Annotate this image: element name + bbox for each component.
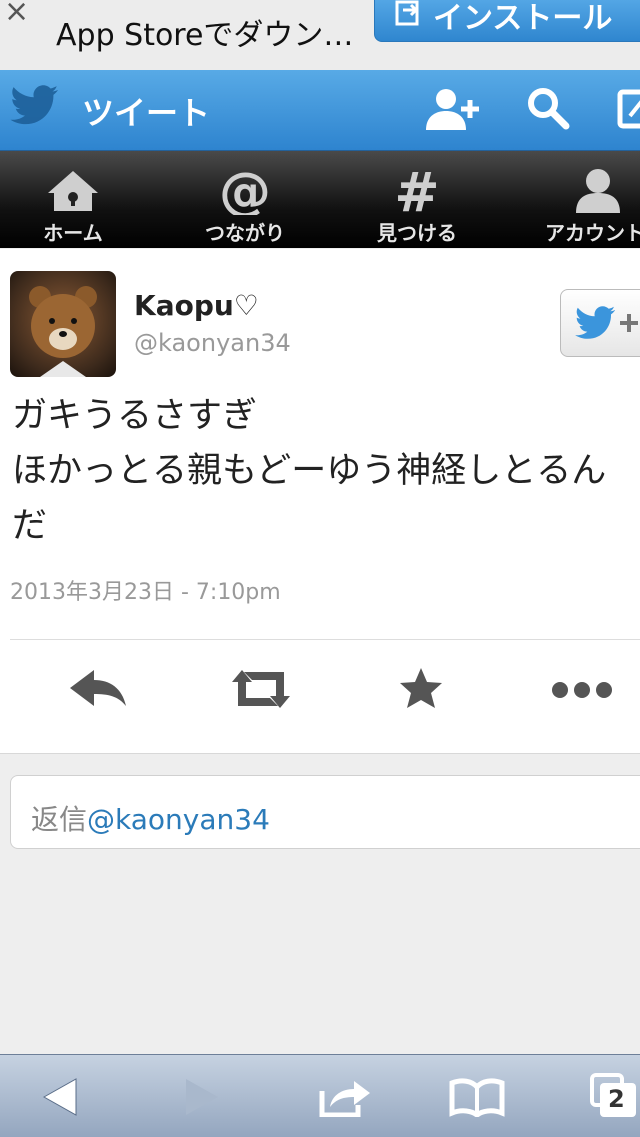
svg-text:#: #	[394, 165, 439, 215]
follow-bird-plus-icon	[575, 306, 638, 339]
hash-icon: #	[394, 165, 439, 215]
install-label: インストール	[433, 1, 613, 36]
tweet-timestamp[interactable]: 2013年3月23日 - 7:10pm	[10, 574, 281, 606]
back-icon[interactable]	[40, 1077, 80, 1117]
svg-text:@: @	[219, 165, 271, 215]
browser-toolbar: 2	[0, 1054, 640, 1137]
reply-icon[interactable]	[66, 664, 136, 714]
banner-title: App Storeでダウン…	[56, 18, 354, 53]
person-icon	[576, 169, 620, 213]
tweet-text: ガキうるさすぎ ほかっとる親もどーゆう神経しとるん だ	[12, 389, 640, 554]
bookmarks-icon[interactable]	[448, 1077, 506, 1117]
tweet-text-line: ほかっとる親もどーゆう神経しとるん	[12, 451, 607, 491]
app-store-banner: × App Storeでダウン… インストール	[0, 0, 640, 71]
nav-label-connect: つながり	[205, 221, 285, 245]
nav-item-home[interactable]: ホーム	[18, 151, 128, 248]
tweet-text-line: ガキうるさすぎ	[12, 396, 258, 436]
bear-avatar-image	[29, 286, 97, 377]
banner-close-button[interactable]: ×	[4, 0, 29, 29]
nav-label-home: ホーム	[43, 221, 103, 245]
avatar[interactable]	[10, 271, 116, 377]
app-header: ツイート	[0, 70, 640, 151]
nav-label-discover: 見つける	[377, 221, 457, 245]
retweet-icon[interactable]	[226, 664, 296, 714]
nav-item-connect[interactable]: @ つながり	[190, 151, 300, 248]
tweet-author-handle[interactable]: @kaonyan34	[134, 329, 291, 357]
tabs-count: 2	[608, 1085, 625, 1113]
forward-icon[interactable]	[182, 1077, 222, 1117]
search-icon[interactable]	[526, 86, 570, 130]
reply-mention: @kaonyan34	[87, 803, 270, 836]
reply-prefix: 返信	[31, 803, 88, 836]
more-icon[interactable]	[548, 664, 618, 714]
reply-input[interactable]: 返信@kaonyan34	[10, 775, 640, 849]
nav-item-account[interactable]: アカウント	[530, 151, 640, 248]
tabs-button[interactable]: 2	[590, 1073, 640, 1121]
install-icon	[395, 0, 419, 26]
share-icon[interactable]	[318, 1077, 372, 1117]
page-title: ツイート	[82, 94, 211, 132]
nav-label-account: アカウント	[545, 221, 640, 245]
twitter-bird-icon	[10, 85, 58, 125]
tweet-author-name[interactable]: Kaopu♡	[134, 289, 259, 322]
compose-icon[interactable]	[616, 86, 640, 130]
favorite-icon[interactable]	[386, 664, 456, 714]
add-user-icon[interactable]	[424, 86, 482, 132]
install-button[interactable]: インストール	[374, 0, 640, 42]
follow-button[interactable]	[560, 289, 640, 357]
tweet-text-line: だ	[12, 506, 48, 546]
divider	[10, 639, 640, 640]
main-nav: ホーム @ つながり # 見つける アカウント	[0, 151, 640, 248]
at-icon: @	[219, 165, 271, 215]
home-icon	[48, 171, 98, 211]
nav-item-discover[interactable]: # 見つける	[362, 151, 472, 248]
tweet-card: Kaopu♡ @kaonyan34 ガキうるさすぎ ほかっとる親もどーゆう神経し…	[0, 249, 640, 754]
